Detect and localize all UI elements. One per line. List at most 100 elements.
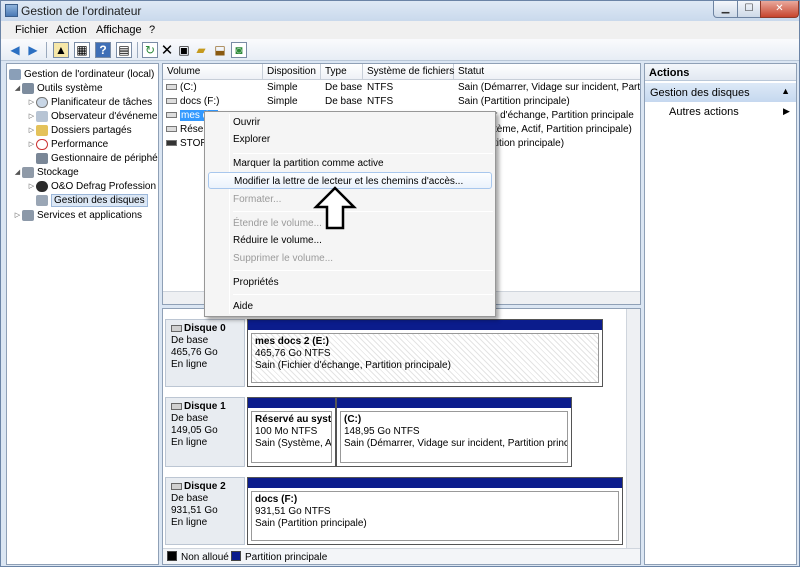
- open-folder-icon[interactable]: ▰: [193, 42, 209, 58]
- expand-icon[interactable]: ▷: [27, 182, 36, 190]
- legend: Non alloué Partition principale: [163, 548, 640, 564]
- menu-help[interactable]: ?: [149, 24, 155, 36]
- tree-item[interactable]: Gestion de l'ordinateur (local): [9, 67, 154, 81]
- forward-arrow-icon[interactable]: ▶: [25, 42, 41, 58]
- expand-icon[interactable]: ▷: [27, 126, 36, 134]
- tree-item[interactable]: ▷ Services et applications: [13, 208, 142, 222]
- partition-bar: [248, 398, 335, 408]
- collapse-up-icon[interactable]: ▲: [781, 86, 790, 96]
- clock-icon: [36, 96, 48, 108]
- menu-affichage[interactable]: Affichage: [96, 24, 142, 36]
- storage-icon: [22, 166, 34, 178]
- tree-item[interactable]: ▷ Dossiers partagés: [27, 123, 132, 137]
- column-header-volume[interactable]: Volume: [163, 64, 263, 80]
- tools-icon: [22, 82, 34, 94]
- drive-icon: [166, 98, 177, 105]
- disk-label[interactable]: Disque 1 De base 149,05 Go En ligne: [165, 397, 245, 467]
- expand-icon[interactable]: ▷: [13, 211, 22, 219]
- delete-icon[interactable]: ✕: [159, 42, 175, 59]
- menu-item-help[interactable]: Aide: [233, 301, 253, 312]
- app-window: Gestion de l'ordinateur ▁ ☐ ✕ Fichier Ac…: [0, 0, 800, 567]
- menu-item-format[interactable]: Formater...: [233, 194, 281, 205]
- menu-item-explore[interactable]: Explorer: [233, 134, 270, 145]
- actions-pane: Actions Gestion des disques ▲ Autres act…: [644, 63, 797, 565]
- disk-label[interactable]: Disque 2 De base 931,51 Go En ligne: [165, 477, 245, 545]
- defrag-icon: [36, 180, 48, 192]
- app-icon: [5, 4, 18, 17]
- partition-bar: [248, 320, 602, 330]
- close-button[interactable]: ✕: [760, 1, 799, 18]
- window-title: Gestion de l'ordinateur: [21, 4, 142, 18]
- submenu-arrow-icon: ▶: [783, 106, 790, 116]
- disk-label[interactable]: Disque 0 De base 465,76 Go En ligne: [165, 319, 245, 387]
- tree-item-selected[interactable]: Gestion des disques: [36, 193, 148, 207]
- partition[interactable]: Réservé au systèr 100 Mo NTFS Sain (Syst…: [247, 397, 336, 467]
- disk-management-icon: [36, 194, 48, 206]
- tree-item[interactable]: ▷ O&O Defrag Profession: [27, 179, 156, 193]
- disk-icon: [171, 482, 182, 490]
- refresh-icon[interactable]: ↻: [142, 42, 158, 58]
- column-header-status[interactable]: Statut: [454, 64, 640, 80]
- disk-icon[interactable]: ◙: [231, 42, 247, 58]
- other-actions-item[interactable]: Autres actions: [669, 106, 739, 118]
- vertical-scrollbar[interactable]: [626, 309, 640, 549]
- minimize-button[interactable]: ▁: [713, 1, 738, 18]
- partition[interactable]: docs (F:) 931,51 Go NTFS Sain (Partition…: [247, 477, 623, 545]
- drive-icon: [166, 140, 177, 147]
- shared-folder-icon: [36, 124, 48, 136]
- tree-item[interactable]: Gestionnaire de périphé: [36, 151, 158, 165]
- menu-bar: Fichier Action Affichage ?: [1, 21, 799, 39]
- tree-item[interactable]: ▷ Performance: [27, 137, 108, 151]
- console-tree: Gestion de l'ordinateur (local) ◢ Outils…: [6, 63, 159, 565]
- tree-item[interactable]: ▷ Planificateur de tâches: [27, 95, 152, 109]
- collapse-icon[interactable]: ◢: [13, 84, 22, 92]
- tree-item[interactable]: ◢ Stockage: [13, 165, 79, 179]
- properties-sheet-icon[interactable]: ▣: [176, 42, 192, 58]
- back-arrow-icon[interactable]: ◀: [7, 42, 23, 58]
- event-viewer-icon: [36, 110, 48, 122]
- drive-icon: [166, 126, 177, 133]
- column-header-filesystem[interactable]: Système de fichiers: [363, 64, 454, 80]
- expand-icon[interactable]: ▷: [27, 98, 36, 106]
- properties-icon[interactable]: ▤: [116, 42, 132, 58]
- column-header-type[interactable]: Type: [321, 64, 363, 80]
- menu-item-mark-active[interactable]: Marquer la partition comme active: [233, 158, 384, 169]
- services-icon: [22, 209, 34, 221]
- menu-item-delete[interactable]: Supprimer le volume...: [233, 253, 333, 264]
- tree-item[interactable]: ◢ Outils système: [13, 81, 103, 95]
- expand-icon[interactable]: ▷: [27, 112, 36, 120]
- legend-swatch-primary: [231, 551, 241, 561]
- actions-section[interactable]: Gestion des disques ▲: [645, 83, 796, 102]
- collapse-icon[interactable]: ◢: [13, 168, 22, 176]
- disk-icon: [171, 324, 182, 332]
- legend-swatch-unallocated: [167, 551, 177, 561]
- tree-item[interactable]: ▷ Observateur d'événeme: [27, 109, 157, 123]
- partition-bar: [248, 478, 622, 488]
- title-bar: Gestion de l'ordinateur ▁ ☐ ✕: [1, 1, 799, 21]
- menu-fichier[interactable]: Fichier: [15, 24, 48, 36]
- help-icon[interactable]: ?: [95, 42, 111, 58]
- arrow-up-annotation-icon: [313, 186, 357, 230]
- expand-icon[interactable]: ▷: [27, 140, 36, 148]
- menu-action[interactable]: Action: [56, 24, 87, 36]
- export-icon[interactable]: ⬓: [212, 42, 228, 58]
- partition[interactable]: (C:) 148,95 Go NTFS Sain (Démarrer, Vida…: [336, 397, 572, 467]
- disk-view: Disque 0 De base 465,76 Go En ligne mes …: [162, 308, 641, 565]
- disk-icon: [171, 402, 182, 410]
- menu-item-extend[interactable]: Étendre le volume...: [233, 218, 322, 229]
- toolbar: ◀ ▶ ▲ ▦ ? ▤ ↻ ✕ ▣ ▰ ⬓ ◙: [1, 39, 799, 61]
- column-header-disposition[interactable]: Disposition: [263, 64, 321, 80]
- menu-item-properties[interactable]: Propriétés: [233, 277, 279, 288]
- drive-icon: [166, 84, 177, 91]
- toolbar-separator: [46, 42, 47, 58]
- toolbar-separator: [137, 42, 138, 58]
- menu-item-shrink[interactable]: Réduire le volume...: [233, 235, 322, 246]
- partition[interactable]: mes docs 2 (E:) 465,76 Go NTFS Sain (Fic…: [247, 319, 603, 387]
- partition-bar: [337, 398, 571, 408]
- console-tree-icon[interactable]: ▦: [74, 42, 90, 58]
- maximize-button[interactable]: ☐: [737, 1, 761, 18]
- performance-icon: [36, 138, 48, 150]
- menu-item-open[interactable]: Ouvrir: [233, 117, 260, 128]
- drive-icon: [166, 112, 177, 119]
- up-folder-icon[interactable]: ▲: [53, 42, 69, 58]
